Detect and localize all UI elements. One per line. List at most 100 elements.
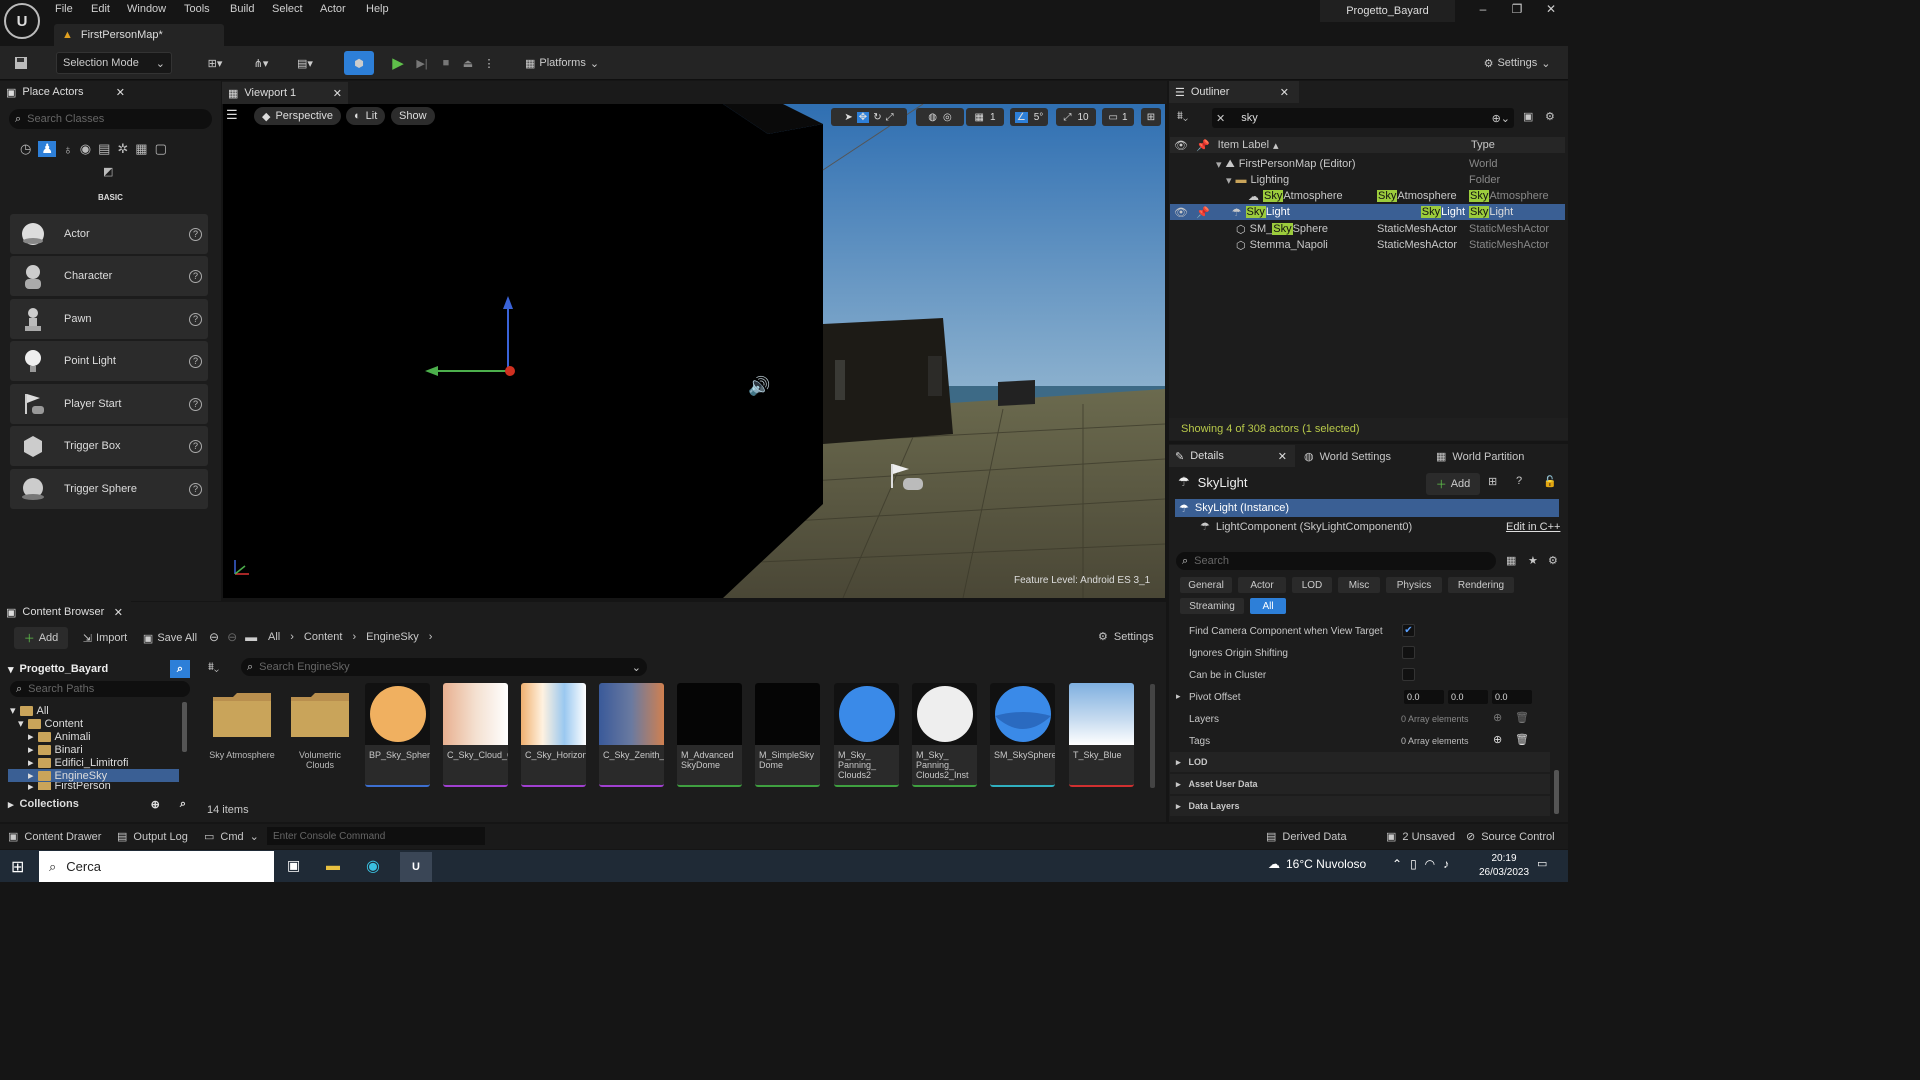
hamburger-menu-icon[interactable]: ☰: [226, 107, 246, 125]
scale-icon[interactable]: ⤢: [886, 112, 894, 123]
details-tab[interactable]: ✎ Details ✕: [1169, 445, 1295, 467]
help-icon[interactable]: ?: [189, 439, 202, 453]
scale-snap-button[interactable]: ⤢ 10: [1056, 108, 1096, 126]
selection-mode-dropdown[interactable]: Selection Mode ⌄: [56, 52, 172, 74]
outliner-row-world[interactable]: ▾ ⛰ FirstPersonMap (Editor) World: [1170, 156, 1565, 172]
unsaved-button[interactable]: ▣ 2 Unsaved: [1386, 830, 1455, 844]
folder-volumetric-clouds[interactable]: Volumetric Clouds: [285, 683, 355, 787]
save-icon[interactable]: [10, 52, 32, 74]
search-icon[interactable]: ⌕: [170, 660, 190, 678]
network-icon[interactable]: ◠: [1425, 857, 1435, 871]
task-view-icon[interactable]: ▣: [287, 857, 300, 874]
filter-streaming[interactable]: Streaming: [1180, 598, 1244, 614]
unreal-logo-icon[interactable]: U: [4, 3, 40, 39]
place-actor-point-light[interactable]: Point Light ?: [10, 341, 208, 381]
tree-edifici[interactable]: ▸ Edifici_Limitrofi: [28, 756, 129, 770]
outliner-tab[interactable]: ☰ Outliner ✕: [1169, 81, 1299, 103]
geometry-icon[interactable]: ◩: [103, 165, 113, 178]
cmd-dropdown[interactable]: ▭ Cmd ⌄: [204, 830, 259, 844]
minimize-icon[interactable]: –: [1468, 2, 1498, 22]
cb-settings-button[interactable]: ⚙ Settings: [1098, 630, 1154, 644]
perspective-button[interactable]: ◆ Perspective: [254, 107, 341, 125]
help-icon[interactable]: ?: [1516, 475, 1522, 487]
add-collection-icon[interactable]: ⊕: [151, 798, 160, 811]
edit-cpp-link[interactable]: Edit in C++: [1506, 521, 1560, 533]
asset-m-simplesky-dome[interactable]: M_SimpleSky Dome: [755, 683, 820, 787]
close-tab-icon[interactable]: ✕: [1278, 450, 1287, 463]
tree-scrollbar[interactable]: [182, 702, 187, 752]
all-classes-icon[interactable]: ▢: [155, 141, 167, 157]
asset-c-sky-cloud-color[interactable]: C_Sky_Cloud_Color: [443, 683, 508, 787]
help-icon[interactable]: ?: [189, 312, 202, 326]
asset-search-input[interactable]: ⌕ Search EngineSky ⌄: [241, 658, 647, 676]
build-icon[interactable]: ⬢: [344, 51, 374, 75]
add-element-icon[interactable]: ⊕: [1493, 733, 1502, 746]
menu-help[interactable]: Help: [366, 3, 389, 15]
derived-data-button[interactable]: ▤ Derived Data: [1266, 830, 1347, 844]
shapes-category-icon[interactable]: ◉: [80, 141, 91, 157]
outliner-row-lighting[interactable]: ▾ ▬ Lighting Folder: [1170, 172, 1565, 188]
tree-enginesky[interactable]: ▸ EngineSky: [28, 769, 107, 783]
details-scrollbar[interactable]: [1554, 770, 1559, 814]
trash-icon[interactable]: 🗑: [1515, 711, 1529, 724]
close-tab-icon[interactable]: ✕: [116, 86, 125, 99]
restore-icon[interactable]: ❐: [1502, 2, 1532, 22]
more-options-icon[interactable]: ⋮: [482, 52, 496, 74]
expand-arrow-icon[interactable]: ▾: [1216, 158, 1222, 171]
notification-icon[interactable]: ▭: [1537, 857, 1547, 870]
help-icon[interactable]: ?: [189, 227, 202, 241]
map-tab[interactable]: ▲ FirstPersonMap*: [54, 24, 224, 46]
grid-snap-button[interactable]: ▦ 1: [966, 108, 1004, 126]
content-drawer-button[interactable]: ▣ Content Drawer: [8, 830, 101, 844]
can-cluster-checkbox[interactable]: [1402, 668, 1415, 681]
content-browser-tab[interactable]: ▣ Content Browser ✕: [0, 601, 131, 623]
angle-snap-button[interactable]: ∠ 5°: [1010, 108, 1048, 126]
add-actor-icon[interactable]: ⊞▾: [198, 52, 232, 74]
ignores-origin-checkbox[interactable]: [1402, 646, 1415, 659]
new-folder-icon[interactable]: ▣: [1523, 110, 1533, 123]
platforms-button[interactable]: ▦ Platforms ⌄: [522, 52, 602, 74]
breadcrumb-all[interactable]: All: [268, 631, 280, 643]
unreal-taskbar-icon[interactable]: U: [400, 852, 432, 882]
instance-row[interactable]: ☂ SkyLight (Instance): [1175, 499, 1559, 517]
search-icon[interactable]: ⌕: [180, 798, 186, 811]
asset-m-sky-panning-clouds2[interactable]: M_Sky_ Panning_ Clouds2: [834, 683, 899, 787]
outliner-row-sm-skysphere[interactable]: ⬡ SM_SkySphere StaticMeshActor StaticMes…: [1170, 221, 1565, 237]
weather-widget[interactable]: ☁ 16°C Nuvoloso: [1268, 857, 1366, 871]
chevron-up-icon[interactable]: ⌃: [1392, 857, 1402, 871]
world-settings-tab[interactable]: ◍ World Settings: [1304, 450, 1391, 464]
cinematic-category-icon[interactable]: ▤: [98, 141, 110, 157]
menu-select[interactable]: Select: [272, 3, 303, 15]
expand-arrow-icon[interactable]: ▸: [1176, 691, 1181, 702]
import-button[interactable]: ⇲ Import: [78, 627, 132, 649]
expand-arrow-icon[interactable]: ▾: [1226, 174, 1232, 187]
filter-icon[interactable]: ⩩⌄: [1177, 110, 1188, 123]
clock-time[interactable]: 20:19: [1482, 853, 1526, 864]
close-tab-icon[interactable]: ✕: [114, 606, 123, 619]
filter-rendering[interactable]: Rendering: [1448, 577, 1514, 593]
close-tab-icon[interactable]: ✕: [1280, 86, 1289, 99]
close-tab-icon[interactable]: ✕: [333, 87, 342, 100]
volumes-category-icon[interactable]: ▦: [135, 141, 147, 157]
pivot-y-field[interactable]: 0.0: [1448, 690, 1488, 704]
collections-header[interactable]: ▸ Collections ⊕ ⌕: [8, 796, 190, 812]
asset-c-sky-horizon-color[interactable]: C_Sky_Horizon_Color: [521, 683, 586, 787]
move-icon[interactable]: ✥: [856, 111, 870, 123]
add-component-button[interactable]: ＋ Add: [1426, 473, 1480, 495]
help-icon[interactable]: ?: [189, 354, 202, 368]
visibility-eye-icon[interactable]: 👁: [1174, 206, 1188, 219]
filter-actor[interactable]: Actor: [1238, 577, 1286, 593]
tree-firstperson[interactable]: ▸ FirstPerson: [28, 782, 111, 790]
section-asset-user-data[interactable]: ▸ Asset User Data: [1170, 774, 1550, 794]
search-paths-input[interactable]: ⌕ Search Paths: [10, 681, 190, 697]
volume-icon[interactable]: ♪: [1443, 857, 1449, 871]
file-explorer-icon[interactable]: ▬: [326, 857, 340, 873]
folder-sky-atmosphere[interactable]: Sky Atmosphere: [207, 683, 277, 787]
component-row[interactable]: ☂ LightComponent (SkyLightComponent0): [1200, 520, 1412, 534]
filter-icon[interactable]: ⩩⌄: [208, 661, 219, 674]
help-icon[interactable]: ?: [189, 269, 202, 283]
trash-icon[interactable]: 🗑: [1515, 733, 1529, 746]
camera-speed-button[interactable]: ▭ 1: [1102, 108, 1134, 126]
asset-m-advanced-skydome[interactable]: M_Advanced SkyDome: [677, 683, 742, 787]
asset-t-sky-blue[interactable]: T_Sky_Blue: [1069, 683, 1134, 787]
